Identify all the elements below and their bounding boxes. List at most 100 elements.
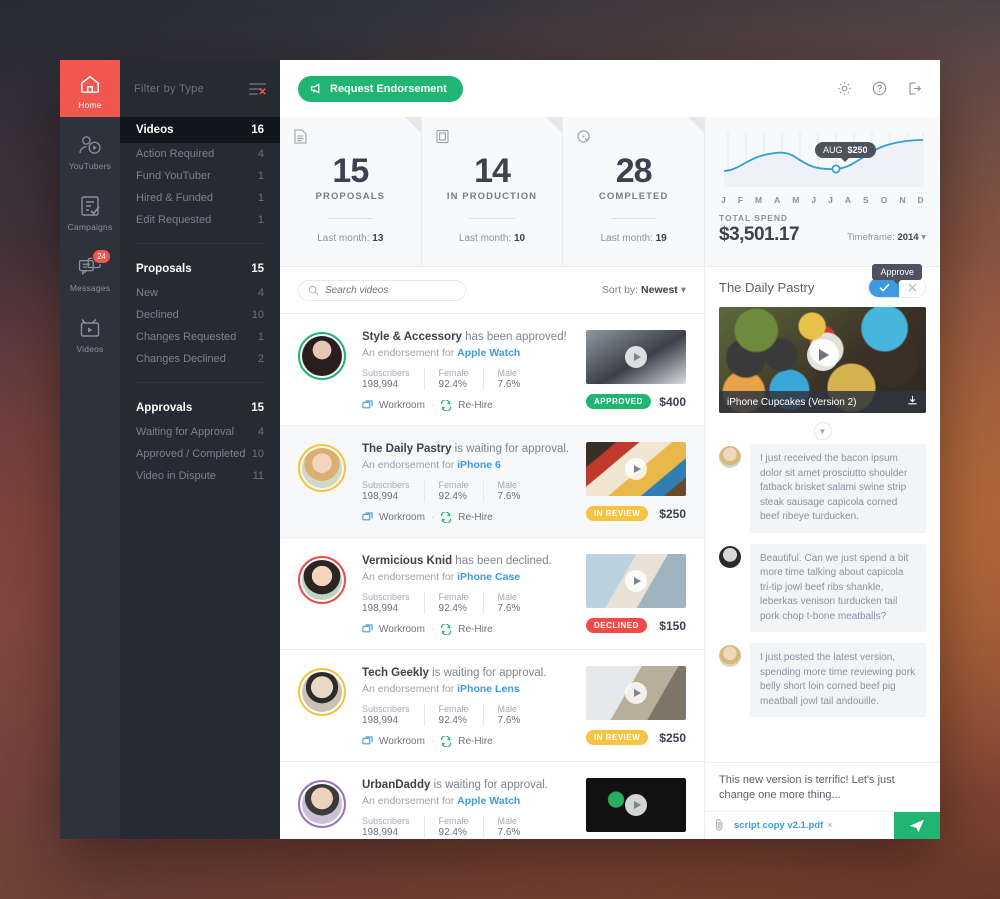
metric-value: 7.6% <box>497 827 521 838</box>
metric-key: Subscribers <box>362 816 410 826</box>
rehire-link[interactable]: Re-Hire <box>458 512 492 523</box>
sidebar-head-approvals[interactable]: Approvals 15 <box>120 395 280 421</box>
search-box[interactable] <box>298 279 466 301</box>
sort-by-dropdown[interactable]: Sort by: Newest ▾ <box>602 284 686 296</box>
sidebar-item-label: Declined <box>136 309 179 321</box>
workroom-link[interactable]: Workroom <box>379 400 425 411</box>
play-icon[interactable] <box>625 682 647 704</box>
product-link[interactable]: iPhone Case <box>457 571 520 583</box>
table-row[interactable]: Vermicious Knid has been declined. An en… <box>280 538 704 650</box>
rehire-link[interactable]: Re-Hire <box>458 624 492 635</box>
play-icon[interactable] <box>625 570 647 592</box>
sidebar-item-declined[interactable]: Declined 10 <box>120 304 280 326</box>
video-thumbnail[interactable] <box>586 442 686 496</box>
table-row[interactable]: Tech Geekly is waiting for approval. An … <box>280 650 704 762</box>
decline-button[interactable] <box>899 278 925 297</box>
table-row[interactable]: The Daily Pastry is waiting for approval… <box>280 426 704 538</box>
clear-filter-icon[interactable]: ✕ <box>249 82 267 97</box>
download-icon[interactable] <box>907 395 918 409</box>
video-title: iPhone Cupcakes (Version 2) <box>727 396 857 408</box>
attachment-chip[interactable]: script copy v2.1.pdf × <box>734 820 833 831</box>
rail-item-campaigns[interactable]: Campaigns <box>60 182 120 239</box>
table-row[interactable]: Style & Accessory has been approved! An … <box>280 314 704 426</box>
metric-key: Female <box>438 704 469 714</box>
sidebar-item-label: Hired & Funded <box>136 192 214 204</box>
request-endorsement-button[interactable]: Request Endorsement <box>298 75 463 102</box>
avatar <box>298 668 346 716</box>
video-thumbnail[interactable] <box>586 554 686 608</box>
workroom-icon <box>362 736 373 745</box>
message-input[interactable]: This new version is terrific! Let's just… <box>705 763 940 811</box>
channel-name: The Daily Pastry <box>362 443 452 455</box>
stat-caption: PROPOSALS <box>315 191 386 202</box>
search-input[interactable] <box>325 284 445 296</box>
metric-key: Female <box>438 816 469 826</box>
send-icon <box>909 819 924 832</box>
sidebar-head-proposals[interactable]: Proposals 15 <box>120 256 280 282</box>
stat-number: 15 <box>332 152 369 190</box>
remove-attachment-icon[interactable]: × <box>827 820 833 831</box>
row-right <box>586 778 686 832</box>
sidebar-item-changes-requested[interactable]: Changes Requested 1 <box>120 326 280 348</box>
metric-value: 7.6% <box>497 379 521 390</box>
sidebar-head-videos[interactable]: Videos 16 <box>120 117 280 143</box>
sidebar-item-count: 4 <box>257 287 264 299</box>
rail-item-home[interactable]: Home <box>60 60 120 117</box>
sidebar-item-approved-completed[interactable]: Approved / Completed 10 <box>120 443 280 465</box>
row-actions: Workroom · Re-Hire <box>362 624 572 635</box>
sidebar-item-fund-youtuber[interactable]: Fund YouTuber 1 <box>120 165 280 187</box>
timeframe-dropdown[interactable]: Timeframe: 2014 ▾ <box>847 232 926 246</box>
workroom-link[interactable]: Workroom <box>379 624 425 635</box>
video-thumbnail[interactable] <box>586 778 686 832</box>
row-text: Tech Geekly is waiting for approval. An … <box>346 666 586 747</box>
spend-chart: AUG $250 <box>719 129 926 191</box>
product-link[interactable]: iPhone 6 <box>457 459 501 471</box>
rehire-link[interactable]: Re-Hire <box>458 736 492 747</box>
workroom-link[interactable]: Workroom <box>379 512 425 523</box>
product-link[interactable]: Apple Watch <box>457 347 520 359</box>
rail-item-messages[interactable]: 24 Messages <box>60 243 120 300</box>
search-row: Sort by: Newest ▾ <box>280 267 704 314</box>
endorse-prefix: An endorsement for <box>362 347 458 359</box>
filter-title: Filter by Type <box>134 82 205 95</box>
stat-rule <box>469 218 515 219</box>
sidebar-item-hired-funded[interactable]: Hired & Funded 1 <box>120 187 280 209</box>
x-tick: S <box>863 195 870 205</box>
sidebar-item-video-in-dispute[interactable]: Video in Dispute 11 <box>120 465 280 487</box>
metric-key: Subscribers <box>362 480 410 490</box>
row-metrics: Subscribers 198,994 Female 92.4% Male 7.6% <box>362 368 572 390</box>
product-link[interactable]: Apple Watch <box>457 795 520 807</box>
gear-icon[interactable] <box>837 81 852 96</box>
rehire-link[interactable]: Re-Hire <box>458 400 492 411</box>
sidebar-item-changes-declined[interactable]: Changes Declined 2 <box>120 348 280 370</box>
sidebar-item-label: Waiting for Approval <box>136 426 235 438</box>
product-link[interactable]: iPhone Lens <box>457 683 519 695</box>
play-icon[interactable] <box>806 338 839 371</box>
sidebar-item-new[interactable]: New 4 <box>120 282 280 304</box>
help-icon[interactable] <box>872 81 887 96</box>
attach-icon[interactable] <box>705 818 734 834</box>
send-button[interactable] <box>894 812 940 839</box>
sidebar-item-edit-requested[interactable]: Edit Requested 1 <box>120 209 280 231</box>
video-thumbnail[interactable] <box>586 330 686 384</box>
spend-chart-card: AUG $250 J F M A M J J A S O N D TOTAL S… <box>705 117 940 267</box>
detail-video[interactable]: iPhone Cupcakes (Version 2) <box>719 307 926 413</box>
play-icon[interactable] <box>625 458 647 480</box>
chat-message: I just posted the latest version, spendi… <box>750 643 926 717</box>
app-window: Home YouTubers Campaigns 24 Messages Vid… <box>60 60 940 839</box>
rail-item-youtubers[interactable]: YouTubers <box>60 121 120 178</box>
workroom-link[interactable]: Workroom <box>379 736 425 747</box>
play-icon[interactable] <box>625 794 647 816</box>
attachment-name: script copy v2.1.pdf <box>734 820 824 831</box>
chevron-down-icon[interactable]: ▼ <box>813 422 832 440</box>
sidebar-item-action-required[interactable]: Action Required 4 <box>120 143 280 165</box>
rail-item-videos[interactable]: Videos <box>60 304 120 361</box>
messages-badge: 24 <box>92 249 111 264</box>
video-thumbnail[interactable] <box>586 666 686 720</box>
list-item: I just posted the latest version, spendi… <box>719 643 926 717</box>
stat-card-in-production: 14 IN PRODUCTION Last month: 10 <box>422 117 564 266</box>
logout-icon[interactable] <box>907 81 922 96</box>
table-row[interactable]: UrbanDaddy is waiting for approval. An e… <box>280 762 704 839</box>
sidebar-item-waiting-for-approval[interactable]: Waiting for Approval 4 <box>120 421 280 443</box>
play-icon[interactable] <box>625 346 647 368</box>
